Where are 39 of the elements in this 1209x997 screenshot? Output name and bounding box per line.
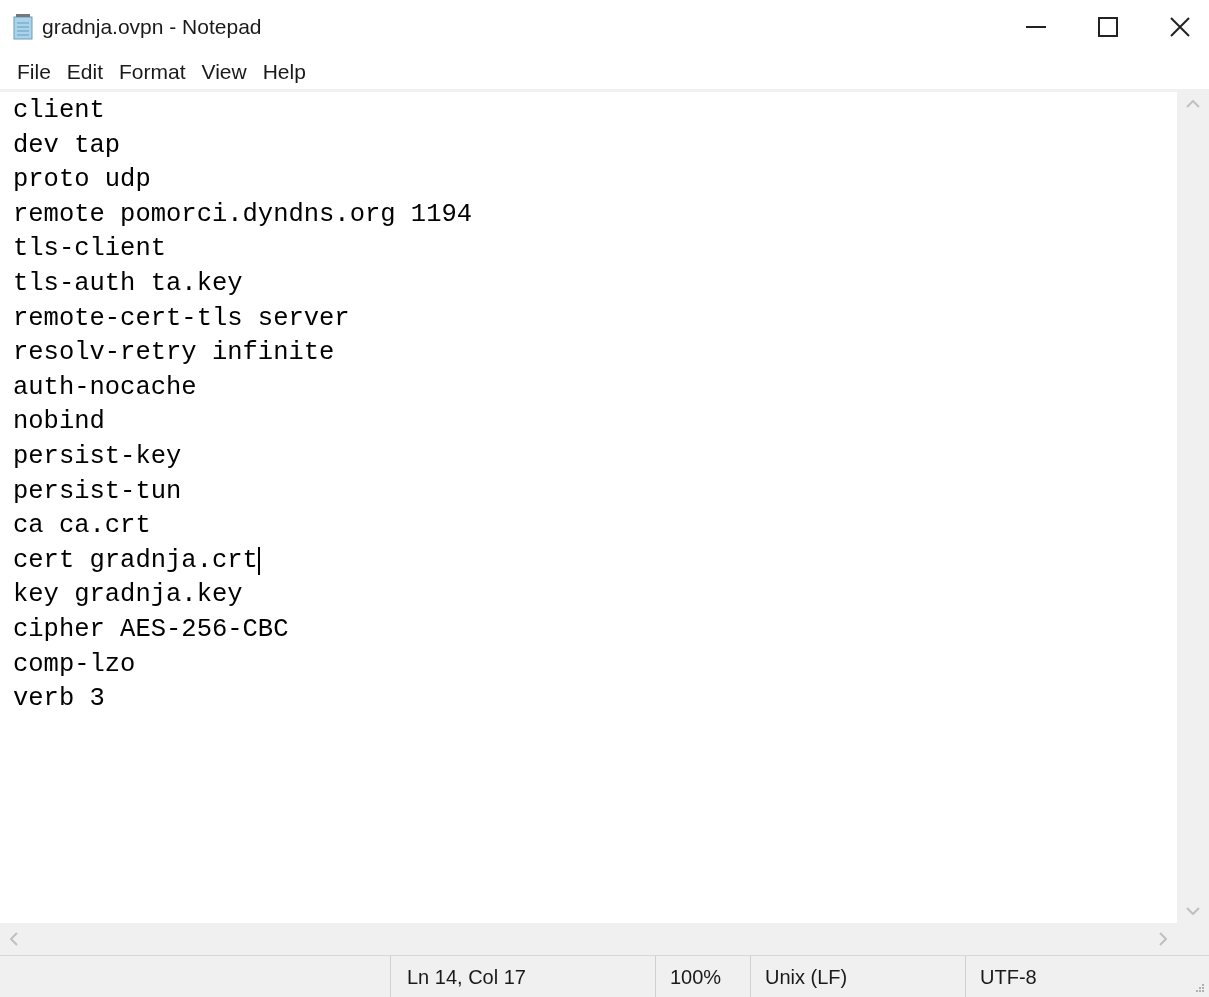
- menu-item[interactable]: Help: [255, 55, 313, 88]
- encoding: UTF-8: [980, 964, 1037, 990]
- code-line: nobind: [13, 406, 105, 439]
- cursor-position: Ln 14, Col 17: [407, 964, 526, 990]
- code-line: tls-client: [13, 233, 167, 266]
- close-icon: [1170, 17, 1190, 37]
- scroll-up-icon: [1186, 100, 1200, 108]
- zoom-level: 100%: [670, 964, 722, 990]
- vertical-scrollbar[interactable]: [1177, 92, 1209, 923]
- code-line: key gradnja.key: [13, 579, 243, 612]
- code-line: remote-cert-tls server: [13, 302, 350, 335]
- code-line: cert gradnja.crt: [13, 544, 258, 577]
- code-line: verb 3: [13, 683, 105, 716]
- menu-item[interactable]: View: [194, 55, 254, 88]
- code-line: ca ca.crt: [13, 510, 151, 543]
- horizontal-scrollbar[interactable]: [0, 923, 1177, 955]
- code-line: tls-auth ta.key: [13, 267, 243, 300]
- scroll-down-icon: [1186, 907, 1200, 915]
- code-line: client: [13, 95, 105, 127]
- resize-grip-icon: [1195, 983, 1205, 993]
- notepad-icon: [12, 14, 34, 40]
- menu-item[interactable]: Edit: [59, 55, 111, 88]
- code-line: persist-key: [13, 440, 182, 473]
- code-line: resolv-retry infinite: [13, 337, 335, 370]
- scroll-right-icon: [1159, 932, 1167, 946]
- minimize-icon: [1026, 26, 1046, 28]
- code-line: comp-lzo: [13, 648, 136, 681]
- code-line: cipher AES-256-CBC: [13, 613, 289, 646]
- menu-item[interactable]: File: [10, 55, 58, 88]
- code-line: remote pomorci.dyndns.org 1194: [13, 198, 473, 231]
- line-ending: Unix (LF): [765, 964, 848, 990]
- code-line: dev tap: [13, 129, 121, 162]
- code-line: persist-tun: [13, 475, 182, 508]
- window-title: gradnja.ovpn - Notepad: [42, 14, 262, 41]
- code-line: auth-nocache: [13, 371, 197, 404]
- scroll-left-icon: [10, 932, 18, 946]
- maximize-icon: [1098, 17, 1118, 37]
- menu-item[interactable]: Format: [112, 55, 193, 88]
- code-line: proto udp: [13, 164, 151, 197]
